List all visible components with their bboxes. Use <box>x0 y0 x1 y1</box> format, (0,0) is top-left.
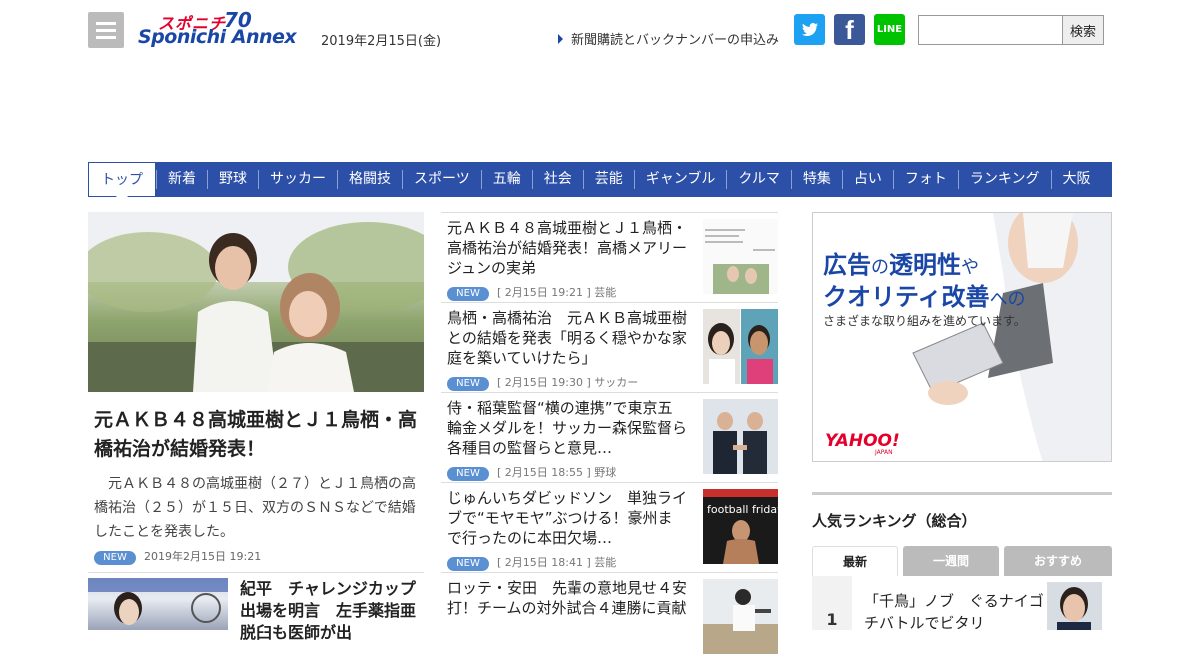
nav-item[interactable]: トップ <box>88 162 156 203</box>
advertisement-banner[interactable]: 広告の透明性や クオリティ改善への さまざまな取り組みを進めています。 YAHO… <box>812 212 1112 462</box>
site-logo[interactable]: スポニチ 70 Sponichi Annex <box>138 8 308 52</box>
ranking-number: 1 <box>812 576 852 630</box>
article-headline[interactable]: 元ＡＫＢ４８高城亜樹とＪ１鳥栖・高橋祐治が結婚発表！高橋メアリージュンの実弟 <box>447 218 687 278</box>
current-date: 2019年2月15日(金) <box>321 34 442 49</box>
ad-text: 広告 <box>823 251 871 279</box>
twitter-share-button[interactable] <box>794 14 825 45</box>
nav-item[interactable]: 野球 <box>207 170 258 189</box>
article-headline[interactable]: 鳥栖・高橋祐治 元ＡＫＢ高城亜樹との結婚を発表「明るく穏やかな家庭を築いていけた… <box>447 308 687 368</box>
ad-text: や <box>961 257 979 278</box>
article-thumbnail[interactable] <box>703 399 778 474</box>
main-navigation: トップ 新着 野球 サッカー 格闘技 スポーツ 五輪 社会 芸能 ギャンブル クルマ 特集 占い フォトラ… <box>88 162 1112 203</box>
ranking-title: 人気ランキング（総合） <box>812 512 977 530</box>
ranking-tab[interactable]: 最新 <box>812 546 898 576</box>
ranking-item[interactable]: 1 「千鳥」ノブ ぐるナイゴチバトルでビタリ <box>812 576 1112 632</box>
new-badge: NEW <box>447 377 489 391</box>
search-input[interactable] <box>918 15 1063 45</box>
ad-text: クオリティ改善 <box>823 283 990 311</box>
article-meta: NEW [ 2月15日 18:41 ] 芸能 <box>447 554 616 571</box>
hamburger-menu-button[interactable] <box>88 12 124 48</box>
nav-item[interactable]: 格闘技 <box>337 170 402 189</box>
article-list-item[interactable]: 鳥栖・高橋祐治 元ＡＫＢ高城亜樹との結婚を発表「明るく穏やかな家庭を築いていけた… <box>441 302 778 392</box>
hero-headline[interactable]: 元ＡＫＢ４８高城亜樹とＪ１鳥栖・高橋祐治が結婚発表！ <box>94 406 419 464</box>
ranking-tab[interactable]: おすすめ <box>1004 546 1112 576</box>
search-button[interactable]: 検索 <box>1062 15 1104 45</box>
yahoo-logo-sub: JAPAN <box>875 449 893 456</box>
hero-timestamp: 2019年2月15日 19:21 <box>144 550 262 563</box>
article-headline[interactable]: ロッテ・安田 先輩の意地見せ４安打！チームの対外試合４連勝に貢献 <box>447 578 687 618</box>
article-list-item[interactable]: 侍・稲葉監督“横の連携”で東京五輪金メダルを！サッカー森保監督ら各種目の監督らと… <box>441 392 778 482</box>
nav-item[interactable]: 社会 <box>531 170 583 189</box>
facebook-icon: f <box>845 15 854 45</box>
nav-item[interactable]: 新着 <box>156 170 207 189</box>
ranking-tabs: 最新 一週間 おすすめ <box>812 546 1112 576</box>
article-meta: NEW [ 2月15日 19:21 ] 芸能 <box>447 284 616 301</box>
ranking-thumbnail-illustration <box>1047 582 1102 630</box>
article-list-item[interactable]: ロッテ・安田 先輩の意地見せ４安打！チームの対外試合４連勝に貢献 <box>441 572 778 662</box>
nav-item[interactable]: ランキング <box>957 170 1051 189</box>
ad-headline-1: 広告の透明性や <box>823 245 979 280</box>
article-thumbnail[interactable]: football friday <box>703 489 778 564</box>
new-badge: NEW <box>447 287 489 301</box>
nav-item[interactable]: 占い <box>841 170 893 189</box>
new-badge: NEW <box>447 467 489 481</box>
nav-item[interactable]: 特集 <box>790 170 842 189</box>
sub-article-headline[interactable]: 紀平 チャレンジカップ出場を明言 左手薬指亜脱臼も医師が出 <box>240 578 420 644</box>
logo-text-main: Sponichi Annex <box>138 26 297 48</box>
hamburger-line <box>96 29 116 32</box>
sub-article-illustration <box>88 578 228 625</box>
ranking-headline: 「千鳥」ノブ ぐるナイゴチバトルでビタリ <box>864 592 1044 632</box>
article-list-item[interactable]: じゅんいちダビッドソン 単独ライブで“モヤモヤ”ぶつける！豪州まで行ったのに本田… <box>441 482 778 572</box>
nav-item[interactable]: 大阪 <box>1050 170 1102 189</box>
divider <box>812 492 1112 495</box>
nav-item[interactable]: 五輪 <box>480 170 532 189</box>
facebook-share-button[interactable]: f <box>834 14 865 45</box>
ad-text: の <box>871 257 889 278</box>
article-meta: NEW [ 2月15日 19:30 ] サッカー <box>447 374 638 391</box>
nav-item[interactable]: ギャンブル <box>633 170 727 189</box>
article-headline[interactable]: じゅんいちダビッドソン 単独ライブで“モヤモヤ”ぶつける！豪州まで行ったのに本田… <box>447 488 687 548</box>
line-icon: LINE <box>876 24 903 35</box>
divider <box>88 572 424 573</box>
ad-text: への <box>989 289 1026 310</box>
nav-item[interactable]: スポーツ <box>402 170 481 189</box>
site-header: スポニチ 70 Sponichi Annex 2019年2月15日(金) 新聞購… <box>88 8 1112 58</box>
hero-photo-illustration <box>88 212 424 392</box>
ranking-thumbnail <box>1047 582 1102 630</box>
triangle-right-icon <box>558 34 563 44</box>
article-timestamp-category: [ 2月15日 19:21 ] 芸能 <box>497 286 617 299</box>
article-headline[interactable]: 侍・稲葉監督“横の連携”で東京五輪金メダルを！サッカー森保監督ら各種目の監督らと… <box>447 398 687 458</box>
nav-item[interactable]: クルマ <box>726 170 791 189</box>
ad-text: 透明性 <box>889 251 961 279</box>
twitter-icon <box>802 23 818 36</box>
ranking-tab[interactable]: 一週間 <box>903 546 999 576</box>
hero-description: 元ＡＫＢ４８の高城亜樹（２７）とＪ１鳥栖の高橋祐治（２５）が１５日、双方のＳＮＳ… <box>94 476 416 540</box>
nav-item[interactable]: 芸能 <box>582 170 634 189</box>
line-share-button[interactable]: LINE <box>874 14 905 45</box>
ad-headline-2: クオリティ改善への <box>823 277 1026 312</box>
article-timestamp-category: [ 2月15日 19:30 ] サッカー <box>497 376 639 389</box>
subscribe-link[interactable]: 新聞購読とバックナンバーの申込み <box>558 29 779 48</box>
article-timestamp-category: [ 2月15日 18:55 ] 野球 <box>497 466 617 479</box>
article-thumbnail[interactable] <box>703 579 778 654</box>
yahoo-logo: YAHOO! <box>825 431 900 451</box>
article-timestamp-category: [ 2月15日 18:41 ] 芸能 <box>497 556 617 569</box>
new-badge: NEW <box>447 557 489 571</box>
article-thumbnail[interactable] <box>703 219 778 294</box>
ad-subtext: さまざまな取り組みを進めています。 <box>823 314 1026 328</box>
article-list-item[interactable]: 元ＡＫＢ４８高城亜樹とＪ１鳥栖・高橋祐治が結婚発表！高橋メアリージュンの実弟 NE… <box>441 212 778 302</box>
magazine-title: football friday <box>707 503 778 516</box>
hero-meta: NEW 2019年2月15日 19:21 <box>94 548 261 565</box>
hero-photo[interactable] <box>88 212 424 392</box>
article-thumbnail[interactable] <box>703 309 778 384</box>
hamburger-line <box>96 36 116 39</box>
hamburger-line <box>96 22 116 25</box>
nav-item[interactable]: サッカー <box>258 170 337 189</box>
sub-article-photo[interactable] <box>88 578 228 630</box>
nav-item[interactable]: フォト <box>892 170 958 189</box>
new-badge: NEW <box>94 551 136 565</box>
article-meta: NEW [ 2月15日 18:55 ] 野球 <box>447 464 616 481</box>
subscribe-link-label: 新聞購読とバックナンバーの申込み <box>571 33 780 48</box>
